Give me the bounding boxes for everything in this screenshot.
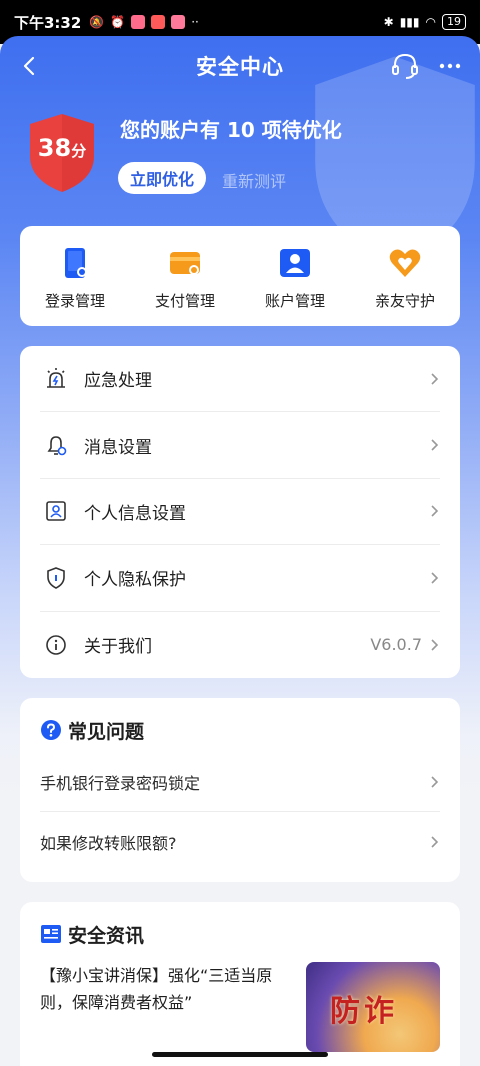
news-header: 安全资讯 bbox=[40, 902, 440, 956]
quick-login-manage[interactable]: 登录管理 bbox=[20, 226, 130, 326]
faq-question: 手机银行登录密码锁定 bbox=[40, 773, 201, 793]
menu-label: 个人信息设置 bbox=[84, 503, 186, 524]
chevron-right-icon bbox=[431, 439, 439, 451]
menu-item-profile-settings[interactable]: 个人信息设置 bbox=[40, 479, 440, 546]
news-title: 安全资讯 bbox=[68, 924, 145, 947]
bell-settings-icon bbox=[47, 436, 67, 456]
security-center-page: 安全中心 38分 您的账户有 10 项待优化 立即优化 重新测评 登录管理 支付… bbox=[0, 36, 480, 1066]
battery-indicator: 19 bbox=[442, 14, 466, 30]
retest-button[interactable]: 重新测评 bbox=[222, 168, 286, 192]
faq-question: 如果修改转账限额? bbox=[40, 834, 177, 853]
family-guard-icon bbox=[389, 249, 421, 277]
more-notifications-icon: ·· bbox=[191, 15, 199, 29]
mute-icon: 🔕 bbox=[89, 15, 105, 29]
faq-item[interactable]: 如果修改转账限额? bbox=[40, 812, 440, 872]
more-icon[interactable] bbox=[438, 54, 462, 78]
chevron-right-icon bbox=[431, 572, 439, 584]
quick-account-manage[interactable]: 账户管理 bbox=[240, 226, 350, 326]
signal-icon: ▮▮▮ bbox=[399, 15, 420, 29]
optimize-now-button[interactable]: 立即优化 bbox=[118, 162, 206, 194]
news-thumb-text: 防诈 bbox=[330, 994, 398, 1029]
quick-label: 账户管理 bbox=[264, 292, 325, 310]
news-item[interactable]: 【豫小宝讲消保】强化“三适当原则，保障消费者权益” 防诈 bbox=[40, 962, 440, 1052]
question-icon bbox=[41, 720, 61, 740]
menu-item-about[interactable]: 关于我们 V6.0.7 bbox=[40, 612, 440, 678]
info-icon bbox=[46, 634, 66, 655]
menu-item-emergency[interactable]: 应急处理 bbox=[40, 346, 440, 413]
nav-bar: 安全中心 bbox=[0, 44, 480, 88]
chevron-right-icon bbox=[431, 775, 439, 788]
alarm-icon: ⏰ bbox=[110, 15, 126, 29]
login-manage-icon bbox=[65, 248, 87, 278]
app-version: V6.0.7 bbox=[370, 635, 422, 655]
security-news-card: 安全资讯 【豫小宝讲消保】强化“三适当原则，保障消费者权益” 防诈 bbox=[20, 902, 460, 1066]
faq-item[interactable]: 手机银行登录密码锁定 bbox=[40, 752, 440, 812]
profile-icon bbox=[46, 501, 66, 522]
chevron-right-icon bbox=[431, 639, 439, 651]
menu-label: 应急处理 bbox=[84, 371, 152, 392]
payment-manage-icon bbox=[170, 252, 200, 275]
wifi-icon: ◠ bbox=[425, 15, 436, 29]
security-score: 38分 bbox=[26, 134, 98, 162]
emergency-icon bbox=[47, 367, 65, 388]
quick-label: 登录管理 bbox=[44, 292, 105, 310]
home-indicator[interactable] bbox=[152, 1052, 328, 1057]
score-value: 38 bbox=[37, 134, 72, 162]
menu-label: 个人隐私保护 bbox=[84, 570, 186, 591]
faq-header: 常见问题 bbox=[40, 698, 440, 752]
news-headline: 【豫小宝讲消保】强化“三适当原则，保障消费者权益” bbox=[40, 966, 273, 1012]
news-icon bbox=[41, 925, 61, 943]
bluetooth-icon: ✱ bbox=[383, 15, 394, 29]
menu-label: 关于我们 bbox=[84, 637, 152, 658]
app-notification-icon bbox=[131, 15, 146, 29]
menu-item-message-settings[interactable]: 消息设置 bbox=[40, 412, 440, 479]
news-thumbnail: 防诈 bbox=[306, 962, 440, 1052]
faq-title: 常见问题 bbox=[68, 720, 145, 743]
account-manage-icon bbox=[280, 249, 310, 277]
faq-card: 常见问题 手机银行登录密码锁定 如果修改转账限额? bbox=[20, 698, 460, 882]
quick-payment-manage[interactable]: 支付管理 bbox=[130, 226, 240, 326]
app-notification-icon-2 bbox=[171, 15, 186, 29]
video-app-icon bbox=[151, 15, 166, 29]
quick-actions-card: 登录管理 支付管理 账户管理 亲友守护 bbox=[20, 226, 460, 326]
quick-label: 支付管理 bbox=[154, 292, 215, 310]
customer-service-icon[interactable] bbox=[390, 52, 420, 80]
score-unit: 分 bbox=[71, 142, 87, 160]
menu-label: 消息设置 bbox=[84, 437, 152, 458]
settings-menu-card: 应急处理 消息设置 个人信息设置 个人隐私保护 关于我们 V6.0.7 bbox=[20, 346, 460, 678]
menu-item-privacy[interactable]: 个人隐私保护 bbox=[40, 545, 440, 612]
chevron-right-icon bbox=[431, 836, 439, 848]
quick-label: 亲友守护 bbox=[374, 292, 435, 310]
quick-family-guard[interactable]: 亲友守护 bbox=[350, 226, 460, 326]
back-icon[interactable] bbox=[18, 54, 42, 78]
privacy-shield-icon bbox=[47, 567, 65, 589]
status-time: 下午3:32 bbox=[14, 13, 82, 32]
page-title: 安全中心 bbox=[196, 55, 284, 79]
chevron-right-icon bbox=[431, 373, 439, 385]
chevron-right-icon bbox=[431, 505, 439, 518]
score-message: 您的账户有 10 项待优化 bbox=[120, 118, 342, 142]
